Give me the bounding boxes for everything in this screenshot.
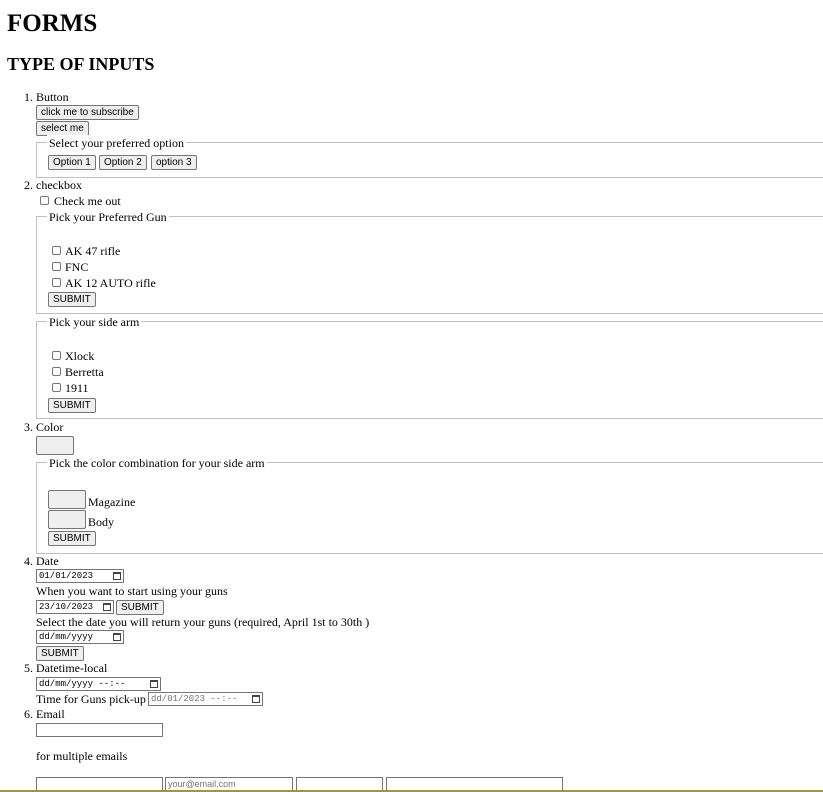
fieldset-legend: Pick the color combination for your side… — [47, 455, 267, 471]
body-color-picker[interactable] — [48, 510, 86, 529]
sidearm-submit-button[interactable]: SUBMIT — [48, 398, 96, 413]
option-3-button[interactable]: option 3 — [151, 155, 197, 170]
gun-checkbox[interactable] — [52, 246, 61, 255]
section-label: Email — [36, 707, 65, 721]
section-number: 1. — [24, 90, 33, 104]
gun-label: AK 47 rifle — [65, 244, 121, 258]
calendar-icon[interactable] — [150, 680, 158, 688]
date-placeholder: dd/mm/yyyy — [39, 632, 94, 642]
page-subtitle: TYPE OF INPUTS — [7, 54, 155, 74]
date-value: 01/01/2023 — [39, 571, 94, 581]
datetime-input[interactable]: dd/mm/yyyy --:-- — [36, 677, 161, 691]
start-date-input[interactable]: 23/10/2023 — [36, 600, 114, 614]
page-title: FORMS — [7, 10, 98, 37]
section-label: Button — [36, 90, 69, 104]
section-number: 4. — [24, 554, 33, 568]
check-me-label: Check me out — [54, 194, 121, 208]
sidearm-label: Xlock — [65, 349, 95, 363]
gun-submit-button[interactable]: SUBMIT — [48, 292, 96, 307]
pickup-label: Time for Guns pick-up — [36, 692, 146, 706]
fieldset-legend: Pick your Preferred Gun — [47, 209, 169, 225]
calendar-icon[interactable] — [103, 603, 111, 611]
gun-checkbox[interactable] — [52, 262, 61, 271]
return-date-label: Select the date you will return your gun… — [36, 615, 370, 629]
calendar-icon[interactable] — [252, 695, 260, 703]
pickup-datetime-input[interactable]: dd/01/2023 --:-- — [148, 692, 263, 706]
body-label: Body — [88, 515, 115, 529]
option-2-button[interactable]: Option 2 — [99, 155, 147, 170]
magazine-color-picker[interactable] — [48, 490, 86, 509]
select-me-button[interactable]: select me — [36, 121, 89, 136]
side-arm-fieldset: Pick your side arm Xlock Berretta 1911 S… — [36, 314, 823, 419]
return-date-input[interactable]: dd/mm/yyyy — [36, 630, 124, 644]
magazine-label: Magazine — [88, 495, 136, 509]
color-submit-button[interactable]: SUBMIT — [48, 531, 96, 546]
color-picker[interactable] — [36, 436, 74, 455]
email-input[interactable] — [36, 723, 163, 737]
preferred-option-fieldset: Select your preferred option Option 1 Op… — [36, 135, 823, 178]
gun-label: FNC — [65, 260, 89, 274]
calendar-icon[interactable] — [113, 572, 121, 580]
subscribe-button[interactable]: click me to subscribe — [36, 105, 139, 120]
calendar-icon[interactable] — [113, 633, 121, 641]
sidearm-label: 1911 — [65, 381, 89, 395]
color-combination-fieldset: Pick the color combination for your side… — [36, 455, 823, 554]
section-label: Date — [36, 554, 59, 568]
sidearm-checkbox[interactable] — [52, 383, 61, 392]
multiple-emails-label: for multiple emails — [36, 749, 128, 763]
gun-checkbox[interactable] — [52, 278, 61, 287]
section-number: 5. — [24, 661, 33, 675]
fieldset-legend: Select your preferred option — [47, 135, 186, 151]
datetime-placeholder: dd/mm/yyyy --:-- — [39, 679, 126, 689]
datetime-value: dd/01/2023 --:-- — [151, 694, 238, 704]
date-input[interactable]: 01/01/2023 — [36, 569, 124, 583]
section-number: 2. — [24, 178, 33, 192]
sidearm-checkbox[interactable] — [52, 367, 61, 376]
sidearm-checkbox[interactable] — [52, 351, 61, 360]
fieldset-legend: Pick your side arm — [47, 314, 142, 330]
section-label: Color — [36, 420, 64, 434]
start-date-submit-button[interactable]: SUBMIT — [116, 600, 164, 615]
section-number: 6. — [24, 707, 33, 721]
check-me-checkbox[interactable] — [40, 196, 49, 205]
section-label: Datetime-local — [36, 661, 108, 675]
option-1-button[interactable]: Option 1 — [48, 155, 96, 170]
preferred-gun-fieldset: Pick your Preferred Gun AK 47 rifle FNC … — [36, 209, 823, 314]
section-label: checkbox — [36, 178, 82, 192]
start-date-label: When you want to start using your guns — [36, 584, 228, 598]
section-number: 3. — [24, 420, 33, 434]
sidearm-label: Berretta — [65, 365, 104, 379]
date-value: 23/10/2023 — [39, 602, 94, 612]
return-date-submit-button[interactable]: SUBMIT — [36, 646, 84, 661]
gun-label: AK 12 AUTO rifle — [65, 276, 156, 290]
